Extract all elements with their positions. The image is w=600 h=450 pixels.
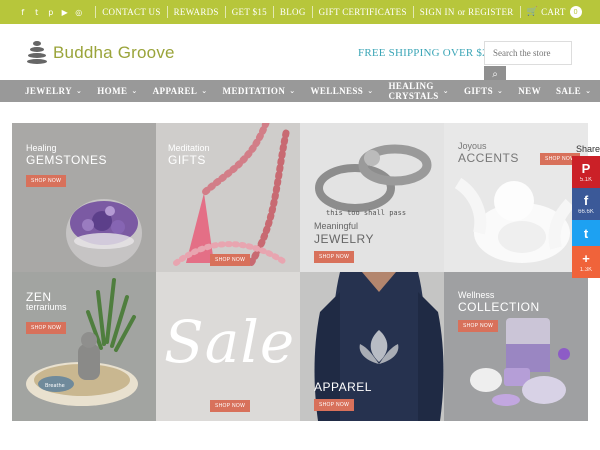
- register-link[interactable]: REGISTER: [468, 7, 513, 17]
- chevron-down-icon: ⌄: [442, 87, 449, 95]
- sale-title: Sale: [164, 308, 296, 376]
- get-15-link[interactable]: GET $15: [232, 7, 267, 17]
- tile-title: JEWELRY: [314, 232, 374, 246]
- facebook-share-button[interactable]: f 66.6K: [572, 188, 600, 220]
- shop-now-button[interactable]: SHOP NOW: [210, 254, 251, 266]
- twitter-share-button[interactable]: t: [572, 220, 600, 246]
- divider: [224, 6, 226, 18]
- divider: [519, 6, 521, 18]
- nav-item-healing-crystals[interactable]: HEALING CRYSTALS ⌄: [388, 81, 449, 101]
- cart-link[interactable]: 🛒 CART 0: [527, 6, 582, 18]
- tile-healing-gemstones[interactable]: Healing GEMSTONES SHOP NOW: [12, 123, 156, 272]
- or-text: or: [457, 7, 466, 17]
- nav-item-home[interactable]: HOME ⌄: [97, 86, 137, 96]
- facebook-icon: f: [583, 192, 589, 208]
- shop-now-button[interactable]: SHOP NOW: [26, 175, 67, 187]
- nav-item-sale[interactable]: SALE ⌄: [556, 86, 591, 96]
- tile-title: GIFTS: [168, 153, 206, 167]
- pinterest-share-button[interactable]: P 5.1K: [572, 156, 600, 188]
- nav-item-new[interactable]: NEW: [518, 86, 541, 96]
- chevron-down-icon: ⌄: [131, 87, 138, 95]
- shop-now-button[interactable]: SHOP NOW: [26, 322, 67, 334]
- youtube-icon[interactable]: ▶: [60, 8, 69, 17]
- tile-subtitle: Wellness: [458, 290, 495, 300]
- plus-icon: +: [582, 250, 590, 266]
- share-count: 66.6K: [578, 208, 594, 215]
- tile-title: APPAREL: [314, 380, 372, 394]
- nav-item-meditation[interactable]: MEDITATION ⌄: [223, 86, 296, 96]
- sign-in-link[interactable]: SIGN IN: [420, 7, 455, 17]
- shop-now-button[interactable]: SHOP NOW: [314, 399, 355, 411]
- twitter-icon: t: [583, 225, 589, 241]
- tile-apparel[interactable]: APPAREL SHOP NOW: [300, 272, 444, 421]
- tile-wellness-collection[interactable]: Wellness COLLECTION SHOP NOW: [444, 272, 588, 421]
- search-icon: ⌕: [492, 68, 498, 80]
- tile-sale[interactable]: Sale SHOP NOW: [156, 272, 300, 421]
- site-header: Buddha Groove FREE SHIPPING OVER $25* ⌕: [0, 24, 600, 82]
- social-links: f t p ▶ ◎: [18, 8, 83, 17]
- tile-title: COLLECTION: [458, 300, 540, 314]
- tile-zen-terrariums[interactable]: Breathe ZEN terrariums SHOP NOW: [12, 272, 156, 421]
- tile-title: GEMSTONES: [26, 153, 107, 167]
- blog-link[interactable]: BLOG: [280, 7, 306, 17]
- tile-subtitle: Meditation: [168, 143, 210, 153]
- shop-now-button[interactable]: SHOP NOW: [314, 251, 355, 263]
- free-shipping-banner: FREE SHIPPING OVER $25*: [358, 47, 500, 59]
- more-share-button[interactable]: + 1.3K: [572, 246, 600, 278]
- search-input[interactable]: [484, 41, 572, 65]
- cart-label: CART: [541, 7, 566, 17]
- tile-joyous-accents[interactable]: Joyous ACCENTS SHOP NOW: [444, 123, 588, 272]
- twitter-icon[interactable]: t: [32, 8, 41, 17]
- pinterest-icon: P: [581, 160, 591, 176]
- top-bar: f t p ▶ ◎ CONTACT US REWARDS GET $15 BLO…: [0, 0, 600, 24]
- share-count: 1.3K: [579, 266, 593, 273]
- divider: [311, 6, 313, 18]
- shop-now-button[interactable]: SHOP NOW: [210, 400, 251, 412]
- tile-title: ACCENTS: [458, 151, 519, 165]
- ring-engraving: this too shall pass: [326, 209, 406, 217]
- shop-now-button[interactable]: SHOP NOW: [458, 320, 499, 332]
- chevron-down-icon: ⌄: [201, 87, 208, 95]
- chevron-down-icon: ⌄: [367, 87, 374, 95]
- site-logo[interactable]: Buddha Groove: [27, 41, 175, 65]
- divider: [166, 6, 168, 18]
- gift-certificates-link[interactable]: GIFT CERTIFICATES: [319, 7, 407, 17]
- share-count: 5.1K: [579, 176, 593, 183]
- nav-item-wellness[interactable]: WELLNESS ⌄: [310, 86, 373, 96]
- tile-subtitle: Meaningful: [314, 221, 359, 231]
- nav-item-gifts[interactable]: GIFTS ⌄: [464, 86, 503, 96]
- chevron-down-icon: ⌄: [497, 87, 504, 95]
- facebook-icon[interactable]: f: [18, 8, 27, 17]
- tile-subtitle: terrariums: [26, 302, 67, 312]
- chevron-down-icon: ⌄: [76, 87, 83, 95]
- contact-us-link[interactable]: CONTACT US: [102, 7, 160, 17]
- pinterest-icon[interactable]: p: [46, 8, 55, 17]
- main-nav: JEWELRY ⌄ HOME ⌄ APPAREL ⌄ MEDITATION ⌄ WELL…: [0, 80, 600, 102]
- divider: [272, 6, 274, 18]
- stone-engraving: Breathe: [45, 383, 65, 389]
- share-label: Share: [576, 144, 600, 154]
- tile-meditation-gifts[interactable]: Meditation GIFTS SHOP NOW: [156, 123, 300, 272]
- divider: [95, 6, 97, 18]
- stones-logo-icon: [27, 41, 47, 65]
- nav-item-jewelry[interactable]: JEWELRY ⌄: [25, 86, 82, 96]
- instagram-icon[interactable]: ◎: [74, 8, 83, 17]
- promo-grid: Healing GEMSTONES SHOP NOW Meditation GI…: [12, 123, 588, 421]
- nav-item-apparel[interactable]: APPAREL ⌄: [153, 86, 208, 96]
- divider: [412, 6, 414, 18]
- logo-text: Buddha Groove: [53, 43, 175, 62]
- tile-meaningful-jewelry[interactable]: this too shall pass Meaningful JEWELRY S…: [300, 123, 444, 272]
- cart-count-badge: 0: [569, 6, 582, 18]
- chevron-down-icon: ⌄: [289, 87, 296, 95]
- rewards-link[interactable]: REWARDS: [174, 7, 219, 17]
- tile-subtitle: Joyous: [458, 141, 487, 151]
- tile-subtitle: Healing: [26, 143, 57, 153]
- rings-image: this too shall pass: [315, 144, 432, 217]
- cart-icon: 🛒: [526, 7, 539, 17]
- share-sidebar: Share P 5.1K f 66.6K t + 1.3K: [572, 144, 600, 278]
- chevron-down-icon: ⌄: [585, 87, 592, 95]
